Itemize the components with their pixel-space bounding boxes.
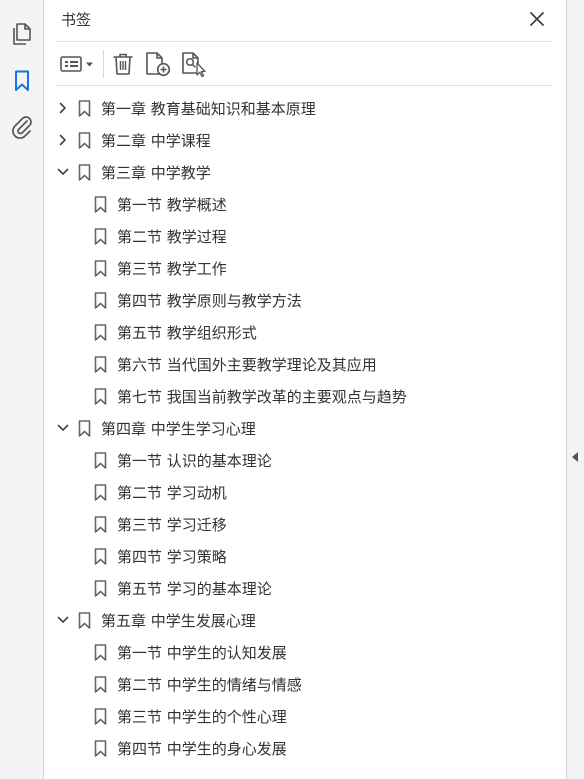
bookmark-tree: 第一章 教育基础知识和基本原理 第二章 中学课程 第三章 中学教学 第一节 教学概述第… [45,92,566,764]
bookmark-icon [93,227,107,245]
bookmark-chapter[interactable]: 第五章 中学生发展心理 [45,604,566,636]
close-icon [530,12,544,26]
bookmark-icon [93,515,107,533]
bookmark-section[interactable]: 第二节 中学生的情绪与情感 [45,668,566,700]
collapse-panel-arrow-icon[interactable] [572,452,578,462]
bookmark-chapter[interactable]: 第二章 中学课程 [45,124,566,156]
bookmark-icon [93,323,107,341]
bookmarks-panel-button[interactable] [9,68,35,94]
bookmark-icon [15,70,29,91]
chevron-down-icon[interactable] [56,613,70,627]
find-current-bookmark-button[interactable] [180,52,208,77]
bookmark-icon [93,579,107,597]
bookmark-section[interactable]: 第一节 认识的基本理论 [45,444,566,476]
bookmarks-panel: 书签 第一章 教育基础知识和基本原理 第二章 中学课程 第三章 中学教学 第一节… [45,0,566,779]
bookmark-label: 第一节 教学概述 [117,196,227,214]
bookmark-section[interactable]: 第六节 当代国外主要教学理论及其应用 [45,348,566,380]
bookmark-chapter[interactable]: 第四章 中学生学习心理 [45,412,566,444]
bookmark-icon [93,739,107,757]
toolbar-separator [103,50,104,78]
find-bookmark-icon [182,52,206,77]
bookmark-icon [77,131,91,149]
bookmark-section[interactable]: 第五节 教学组织形式 [45,316,566,348]
bookmark-icon [93,451,107,469]
bookmark-icon [77,419,91,437]
bookmark-icon [77,99,91,117]
bookmark-icon [93,259,107,277]
delete-icon [113,53,133,75]
chevron-down-icon[interactable] [56,421,70,435]
bookmark-label: 第二节 教学过程 [117,228,227,246]
chevron-right-icon[interactable] [56,101,70,115]
bookmark-label: 第四节 学习策略 [117,548,227,566]
bookmark-section[interactable]: 第一节 教学概述 [45,188,566,220]
bookmark-label: 第二节 学习动机 [117,484,227,502]
navigation-rail [0,0,44,779]
attachments-panel-button[interactable] [9,114,35,140]
new-bookmark-icon [146,52,171,77]
bookmark-label: 第二章 中学课程 [101,132,211,150]
bookmark-section[interactable]: 第二节 学习动机 [45,476,566,508]
bookmark-label: 第四节 教学原则与教学方法 [117,292,302,310]
bookmark-label: 第一节 中学生的认知发展 [117,644,287,662]
bookmark-section[interactable]: 第二节 教学过程 [45,220,566,252]
bookmark-label: 第三节 教学工作 [117,260,227,278]
bookmark-icon [77,163,91,181]
panel-resize-edge[interactable] [566,0,584,779]
chevron-right-icon[interactable] [56,133,70,147]
chevron-down-icon[interactable] [56,165,70,179]
options-menu-icon [60,56,93,72]
bookmark-chapter[interactable]: 第三章 中学教学 [45,156,566,188]
options-menu-button[interactable] [59,52,97,76]
bookmark-icon [93,675,107,693]
close-panel-button[interactable] [527,9,547,29]
bookmark-label: 第一节 认识的基本理论 [117,452,272,470]
attachment-icon [12,116,32,139]
bookmark-label: 第四节 中学生的身心发展 [117,740,287,758]
delete-bookmark-button[interactable] [111,52,135,76]
bookmark-label: 第七节 我国当前教学改革的主要观点与趋势 [117,388,407,406]
bookmark-icon [93,483,107,501]
bookmark-section[interactable]: 第四节 教学原则与教学方法 [45,284,566,316]
bookmark-section[interactable]: 第三节 教学工作 [45,252,566,284]
bookmark-label: 第六节 当代国外主要教学理论及其应用 [117,356,377,374]
bookmark-icon [93,547,107,565]
bookmark-section[interactable]: 第三节 中学生的个性心理 [45,700,566,732]
bookmark-label: 第五章 中学生发展心理 [101,612,256,630]
bookmark-icon [93,291,107,309]
bookmark-icon [93,355,107,373]
bookmark-label: 第三节 中学生的个性心理 [117,708,287,726]
bookmark-icon [93,707,107,725]
bookmark-label: 第三节 学习迁移 [117,516,227,534]
bookmark-label: 第二节 中学生的情绪与情感 [117,676,302,694]
bookmark-icon [77,611,91,629]
bookmark-icon [93,643,107,661]
header-divider [55,41,553,42]
bookmark-section[interactable]: 第四节 学习策略 [45,540,566,572]
new-bookmark-button[interactable] [144,52,172,77]
bookmark-label: 第三章 中学教学 [101,164,211,182]
bookmark-chapter[interactable]: 第一章 教育基础知识和基本原理 [45,92,566,124]
pages-icon [13,23,31,45]
bookmark-label: 第五节 教学组织形式 [117,324,257,342]
panel-title: 书签 [61,11,92,29]
bookmark-section[interactable]: 第三节 学习迁移 [45,508,566,540]
bookmark-section[interactable]: 第五节 学习的基本理论 [45,572,566,604]
bookmark-icon [93,195,107,213]
bookmark-section[interactable]: 第一节 中学生的认知发展 [45,636,566,668]
bookmark-label: 第五节 学习的基本理论 [117,580,272,598]
toolbar-divider [55,85,553,86]
pages-thumbnails-button[interactable] [9,21,35,47]
bookmark-section[interactable]: 第七节 我国当前教学改革的主要观点与趋势 [45,380,566,412]
bookmark-label: 第四章 中学生学习心理 [101,420,256,438]
bookmark-section[interactable]: 第四节 中学生的身心发展 [45,732,566,764]
bookmark-label: 第一章 教育基础知识和基本原理 [101,100,316,118]
bookmark-icon [93,387,107,405]
